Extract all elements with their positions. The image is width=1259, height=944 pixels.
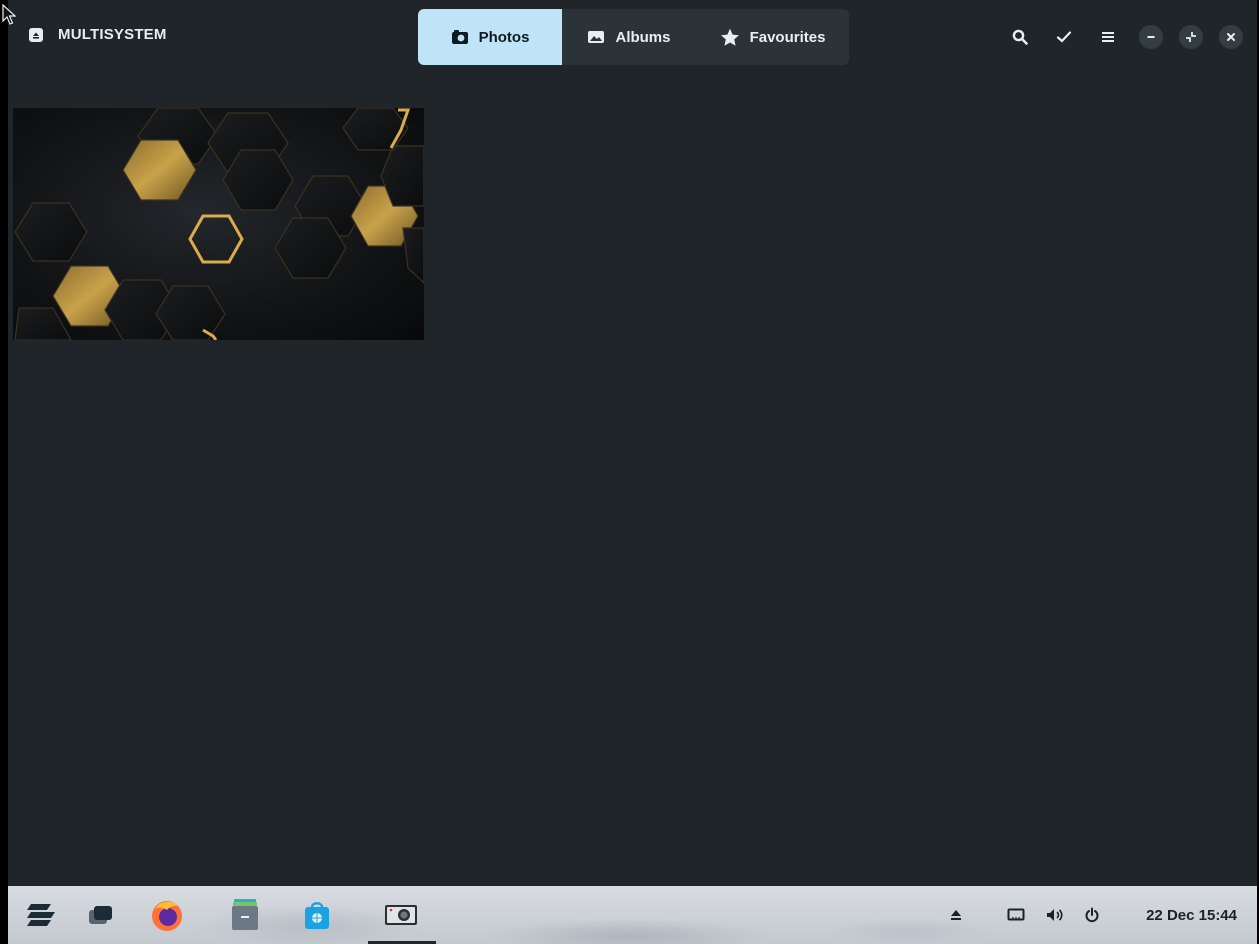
files-launcher[interactable] bbox=[226, 896, 264, 934]
photos-app-launcher[interactable] bbox=[382, 896, 420, 934]
firefox-launcher[interactable] bbox=[148, 896, 186, 934]
close-icon bbox=[1227, 33, 1235, 41]
taskbar: 22 Dec 15:44 bbox=[8, 886, 1257, 944]
eject-icon bbox=[951, 910, 962, 920]
system-tray: 22 Dec 15:44 bbox=[944, 886, 1237, 944]
search-icon bbox=[1012, 29, 1028, 45]
files-icon bbox=[232, 899, 258, 930]
tab-favourites-label: Favourites bbox=[749, 28, 826, 46]
software-store-icon bbox=[305, 902, 329, 929]
restore-icon bbox=[1186, 32, 1196, 42]
power-icon bbox=[1085, 907, 1099, 923]
software-store-launcher[interactable] bbox=[298, 896, 336, 934]
image-icon bbox=[588, 31, 605, 43]
tab-photos[interactable]: Photos bbox=[418, 9, 562, 65]
mouse-pointer-icon bbox=[2, 4, 16, 25]
star-icon bbox=[720, 28, 739, 46]
select-check-icon bbox=[1056, 31, 1072, 43]
tab-albums[interactable]: Albums bbox=[562, 9, 696, 65]
network-icon bbox=[1007, 908, 1025, 921]
photos-window: MULTISYSTEM Photos Albums Favourites bbox=[8, 0, 1257, 886]
minimize-button[interactable] bbox=[1139, 25, 1163, 49]
zorin-menu-button[interactable] bbox=[22, 896, 60, 934]
app-title: MULTISYSTEM bbox=[28, 26, 167, 43]
tab-albums-label: Albums bbox=[615, 28, 671, 46]
gold-hexagon-wallpaper-image bbox=[14, 108, 424, 340]
app-icon bbox=[29, 27, 43, 42]
select-button[interactable] bbox=[1049, 22, 1079, 52]
tab-photos-label: Photos bbox=[478, 28, 530, 46]
restore-button[interactable] bbox=[1179, 25, 1203, 49]
eject-button[interactable] bbox=[944, 903, 968, 927]
firefox-icon bbox=[152, 901, 182, 931]
camera-icon bbox=[451, 30, 468, 44]
app-title-label: MULTISYSTEM bbox=[58, 26, 167, 43]
minimize-icon bbox=[1147, 36, 1155, 38]
photos-app-icon bbox=[385, 905, 417, 925]
header-bar: MULTISYSTEM Photos Albums Favourites bbox=[8, 0, 1257, 72]
workspace-switcher-icon bbox=[89, 906, 112, 924]
volume-icon bbox=[1047, 909, 1063, 921]
network-button[interactable] bbox=[1004, 903, 1028, 927]
photo-thumbnail[interactable] bbox=[13, 108, 424, 340]
header-actions bbox=[1005, 22, 1243, 52]
view-switcher: Photos Albums Favourites bbox=[418, 9, 849, 65]
search-button[interactable] bbox=[1005, 22, 1035, 52]
clock[interactable]: 22 Dec 15:44 bbox=[1146, 907, 1237, 924]
menu-icon bbox=[1102, 32, 1114, 42]
close-button[interactable] bbox=[1219, 25, 1243, 49]
volume-button[interactable] bbox=[1042, 903, 1066, 927]
main-menu-button[interactable] bbox=[1093, 22, 1123, 52]
tab-favourites[interactable]: Favourites bbox=[696, 9, 849, 65]
power-button[interactable] bbox=[1080, 903, 1104, 927]
zorin-menu-icon bbox=[27, 904, 55, 926]
workspace-switcher-button[interactable] bbox=[82, 896, 120, 934]
